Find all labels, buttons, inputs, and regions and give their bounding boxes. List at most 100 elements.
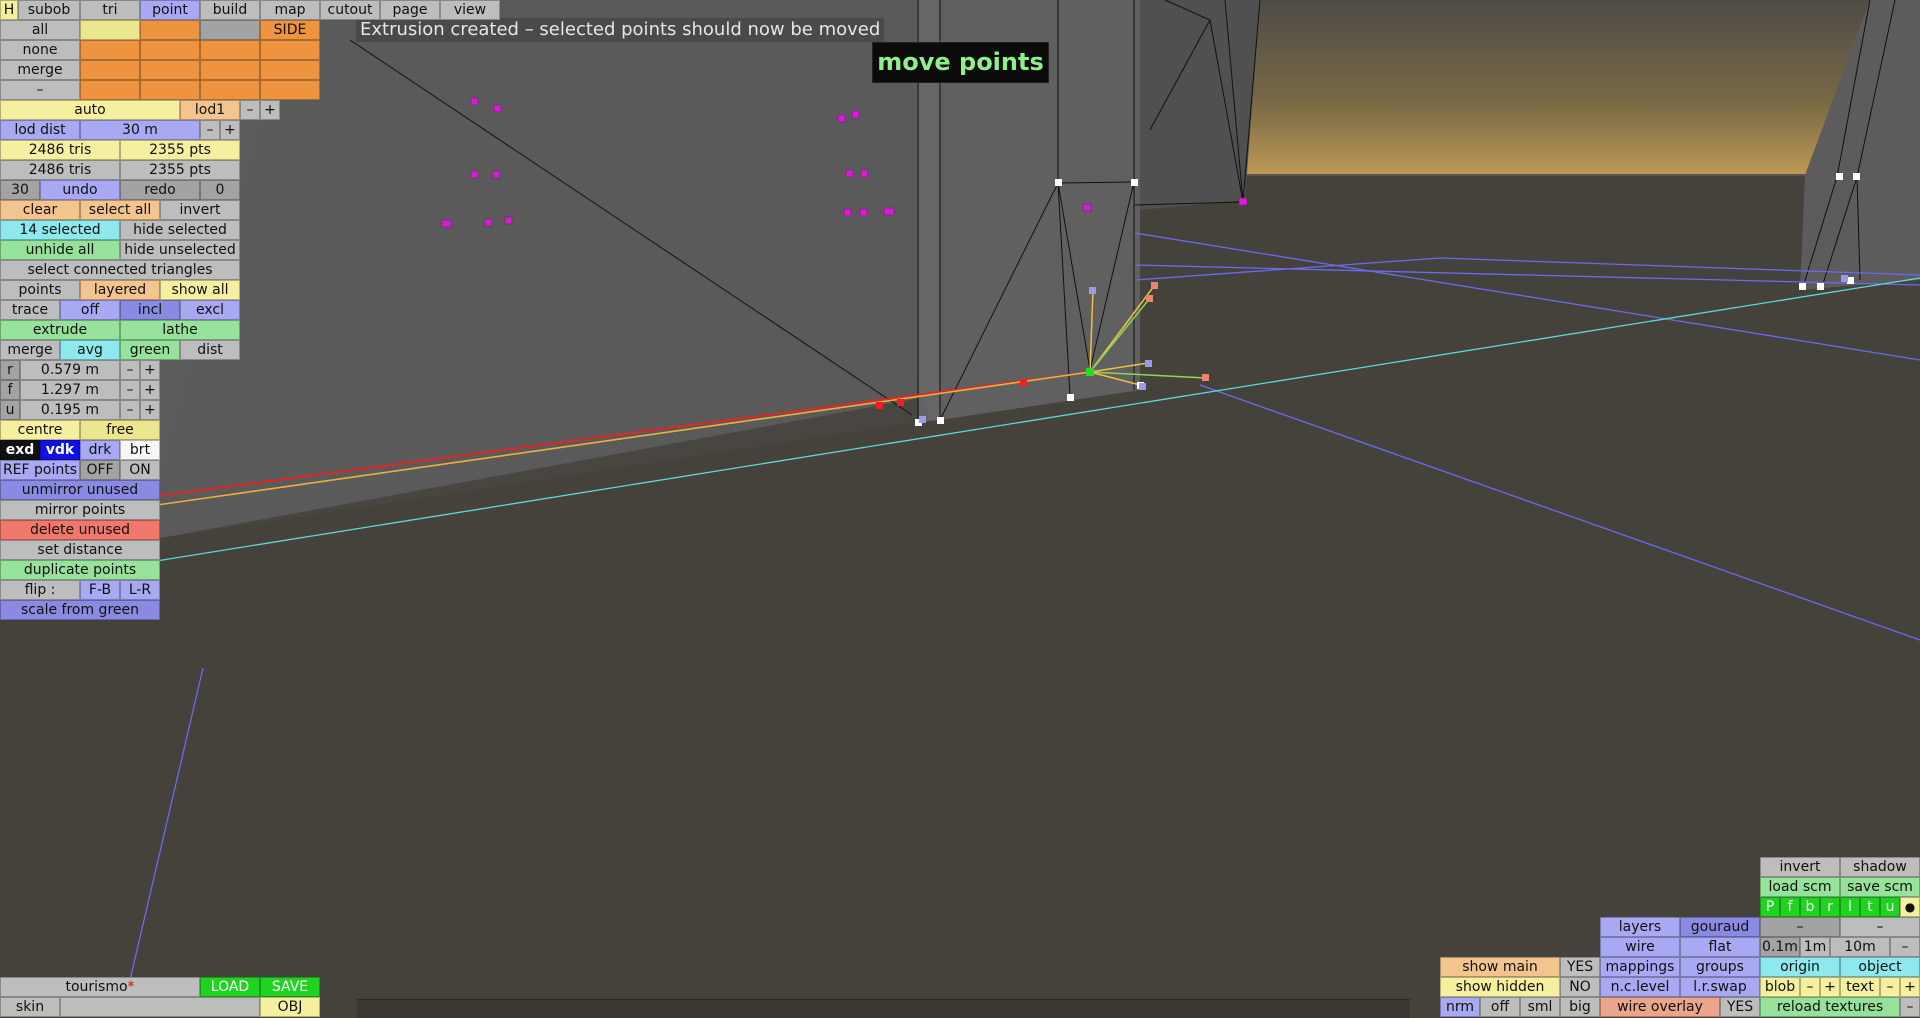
ref-off-button[interactable]: OFF bbox=[80, 460, 120, 480]
ref-on-button[interactable]: ON bbox=[120, 460, 160, 480]
reload-textures-button[interactable]: reload textures bbox=[1760, 997, 1900, 1017]
palette-swatch[interactable] bbox=[260, 80, 320, 100]
load-scm-button[interactable]: load scm bbox=[1760, 877, 1840, 897]
wire-button[interactable]: wire bbox=[1600, 937, 1680, 957]
lod-minus-button[interactable]: – bbox=[240, 100, 260, 120]
show-main-toggle[interactable]: YES bbox=[1560, 957, 1600, 977]
layered-button[interactable]: layered bbox=[80, 280, 160, 300]
palette-merge-button[interactable]: merge bbox=[0, 60, 80, 80]
view-f-button[interactable]: f bbox=[1780, 897, 1800, 917]
save-scm-button[interactable]: save scm bbox=[1840, 877, 1920, 897]
tab-h[interactable]: H bbox=[0, 0, 18, 20]
load-button[interactable]: LOAD bbox=[200, 977, 260, 997]
sml-button[interactable]: sml bbox=[1520, 997, 1560, 1017]
tab-page[interactable]: page bbox=[380, 0, 440, 20]
palette-swatch[interactable] bbox=[140, 20, 200, 40]
unmirror-unused-button[interactable]: unmirror unused bbox=[0, 480, 160, 500]
trace-off-button[interactable]: off bbox=[60, 300, 120, 320]
palette-swatch[interactable] bbox=[80, 80, 140, 100]
grid-1m-button[interactable]: 1m bbox=[1800, 937, 1830, 957]
u-minus-button[interactable]: – bbox=[120, 400, 140, 420]
palette-dash-button[interactable]: – bbox=[0, 80, 80, 100]
invert-button[interactable]: invert bbox=[1760, 857, 1840, 877]
big-button[interactable]: big bbox=[1560, 997, 1600, 1017]
text-plus-button[interactable]: + bbox=[1900, 977, 1920, 997]
lathe-button[interactable]: lathe bbox=[120, 320, 240, 340]
wire-overlay-toggle[interactable]: YES bbox=[1720, 997, 1760, 1017]
exd-button[interactable]: exd bbox=[0, 440, 40, 460]
hide-selected-button[interactable]: hide selected bbox=[120, 220, 240, 240]
set-distance-button[interactable]: set distance bbox=[0, 540, 160, 560]
tab-cutout[interactable]: cutout bbox=[320, 0, 380, 20]
tab-point[interactable]: point bbox=[140, 0, 200, 20]
avg-button[interactable]: avg bbox=[60, 340, 120, 360]
view-p-button[interactable]: P bbox=[1760, 897, 1780, 917]
grid-01m-button[interactable]: 0.1m bbox=[1760, 937, 1800, 957]
text-minus-button[interactable]: – bbox=[1880, 977, 1900, 997]
hide-unselected-button[interactable]: hide unselected bbox=[120, 240, 240, 260]
obj-button[interactable]: OBJ bbox=[260, 997, 320, 1017]
flat-button[interactable]: flat bbox=[1680, 937, 1760, 957]
redo-button[interactable]: redo bbox=[120, 180, 200, 200]
tab-map[interactable]: map bbox=[260, 0, 320, 20]
palette-all-button[interactable]: all bbox=[0, 20, 80, 40]
r-plus-button[interactable]: + bbox=[140, 360, 160, 380]
drk-button[interactable]: drk bbox=[80, 440, 120, 460]
save-button[interactable]: SAVE bbox=[260, 977, 320, 997]
palette-swatch[interactable] bbox=[80, 20, 140, 40]
nc-level-button[interactable]: n.c.level bbox=[1600, 977, 1680, 997]
flip-lr-button[interactable]: L-R bbox=[120, 580, 160, 600]
view-dot-button[interactable]: ● bbox=[1900, 897, 1920, 917]
flip-fb-button[interactable]: F-B bbox=[80, 580, 120, 600]
file-name[interactable]: tourismo* bbox=[0, 977, 200, 997]
invert-selection-button[interactable]: invert bbox=[160, 200, 240, 220]
f-value[interactable]: 1.297 m bbox=[20, 380, 120, 400]
palette-swatch[interactable] bbox=[260, 40, 320, 60]
palette-swatch[interactable] bbox=[200, 20, 260, 40]
green-button[interactable]: green bbox=[120, 340, 180, 360]
dist-button[interactable]: dist bbox=[180, 340, 240, 360]
unhide-all-button[interactable]: unhide all bbox=[0, 240, 120, 260]
lod-dist-minus-button[interactable]: – bbox=[200, 120, 220, 140]
origin-button[interactable]: origin bbox=[1760, 957, 1840, 977]
r-minus-button[interactable]: – bbox=[120, 360, 140, 380]
palette-swatch[interactable] bbox=[200, 80, 260, 100]
view-t-button[interactable]: t bbox=[1860, 897, 1880, 917]
viewport-3d[interactable] bbox=[0, 0, 1920, 1017]
grid-dash-button[interactable]: – bbox=[1890, 937, 1920, 957]
skin-field[interactable] bbox=[60, 997, 260, 1017]
trace-excl-button[interactable]: excl bbox=[180, 300, 240, 320]
palette-swatch[interactable] bbox=[140, 60, 200, 80]
show-all-button[interactable]: show all bbox=[160, 280, 240, 300]
lod1-button[interactable]: lod1 bbox=[180, 100, 240, 120]
tab-build[interactable]: build bbox=[200, 0, 260, 20]
object-button[interactable]: object bbox=[1840, 957, 1920, 977]
f-plus-button[interactable]: + bbox=[140, 380, 160, 400]
palette-swatch[interactable] bbox=[200, 40, 260, 60]
centre-button[interactable]: centre bbox=[0, 420, 80, 440]
reload-minus-button[interactable]: – bbox=[1900, 997, 1920, 1017]
view-l-button[interactable]: l bbox=[1840, 897, 1860, 917]
lr-swap-button[interactable]: l.r.swap bbox=[1680, 977, 1760, 997]
points-button[interactable]: points bbox=[0, 280, 80, 300]
nrm-button[interactable]: nrm bbox=[1440, 997, 1480, 1017]
free-button[interactable]: free bbox=[80, 420, 160, 440]
gouraud-button[interactable]: gouraud bbox=[1680, 917, 1760, 937]
palette-swatch[interactable] bbox=[200, 60, 260, 80]
side-button[interactable]: SIDE bbox=[260, 20, 320, 40]
palette-swatch[interactable] bbox=[140, 80, 200, 100]
palette-swatch[interactable] bbox=[260, 60, 320, 80]
merge-button[interactable]: merge bbox=[0, 340, 60, 360]
undo-button[interactable]: undo bbox=[40, 180, 120, 200]
show-hidden-toggle[interactable]: NO bbox=[1560, 977, 1600, 997]
lod-dist-value[interactable]: 30 m bbox=[80, 120, 200, 140]
off-button[interactable]: off bbox=[1480, 997, 1520, 1017]
trace-incl-button[interactable]: incl bbox=[120, 300, 180, 320]
vdk-button[interactable]: vdk bbox=[40, 440, 80, 460]
mirror-points-button[interactable]: mirror points bbox=[0, 500, 160, 520]
layers-button[interactable]: layers bbox=[1600, 917, 1680, 937]
u-plus-button[interactable]: + bbox=[140, 400, 160, 420]
palette-swatch[interactable] bbox=[80, 60, 140, 80]
tab-subob[interactable]: subob bbox=[18, 0, 80, 20]
shadow-button[interactable]: shadow bbox=[1840, 857, 1920, 877]
